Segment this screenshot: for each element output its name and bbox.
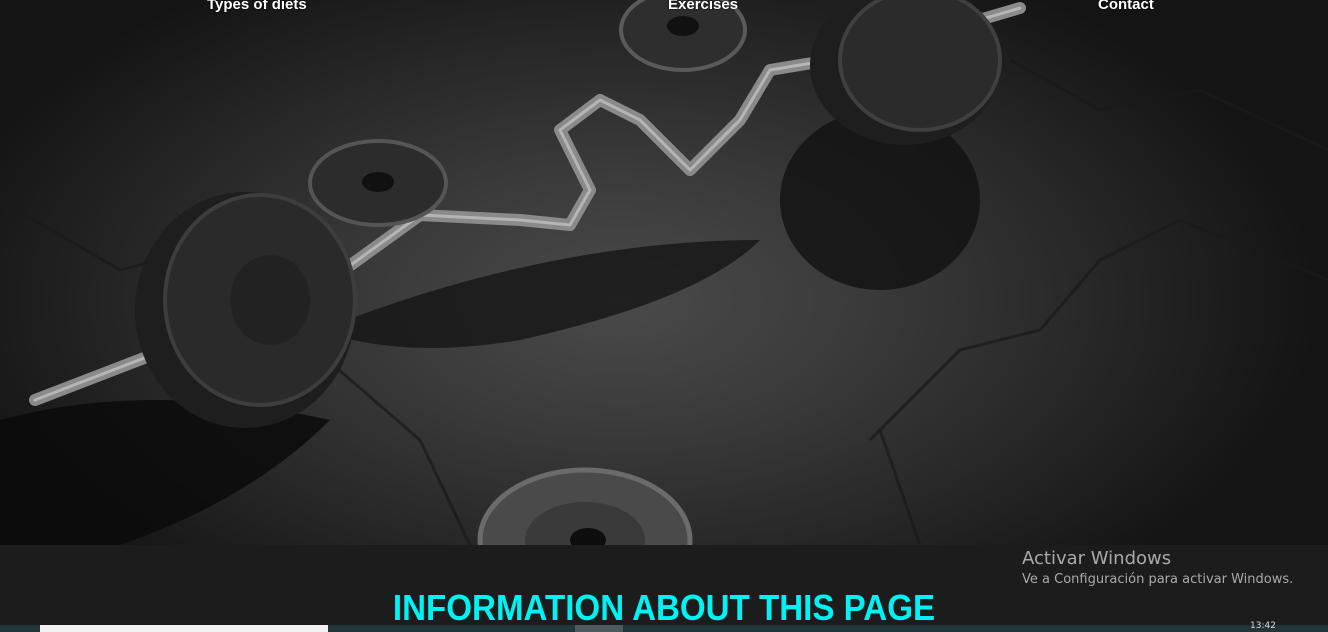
- taskbar-clock: 13:42: [1250, 621, 1276, 631]
- info-heading: INFORMATION ABOUT THIS PAGE: [392, 587, 936, 628]
- nav-link-types-of-diets[interactable]: Types of diets: [207, 0, 307, 13]
- info-section: Activar Windows Ve a Configuración para …: [0, 545, 1328, 628]
- taskbar: 13:42: [0, 621, 1328, 632]
- top-navigation: Types of diets Exercises Contact: [0, 0, 1328, 16]
- nav-link-exercises[interactable]: Exercises: [668, 0, 738, 13]
- watermark-subtitle: Ve a Configuración para activar Windows.: [1022, 572, 1294, 587]
- hero-image-barbell: Types of diets Exercises Contact: [0, 0, 1328, 545]
- watermark-title: Activar Windows: [1022, 548, 1172, 569]
- page: Types of diets Exercises Contact Activar…: [0, 0, 1328, 632]
- taskbar-active-app[interactable]: [575, 625, 623, 632]
- taskbar-search-box[interactable]: [40, 625, 328, 632]
- barbell-illustration: [0, 0, 1328, 545]
- windows-activation-watermark: Activar Windows Ve a Configuración para …: [1022, 548, 1293, 587]
- nav-link-contact[interactable]: Contact: [1098, 0, 1154, 13]
